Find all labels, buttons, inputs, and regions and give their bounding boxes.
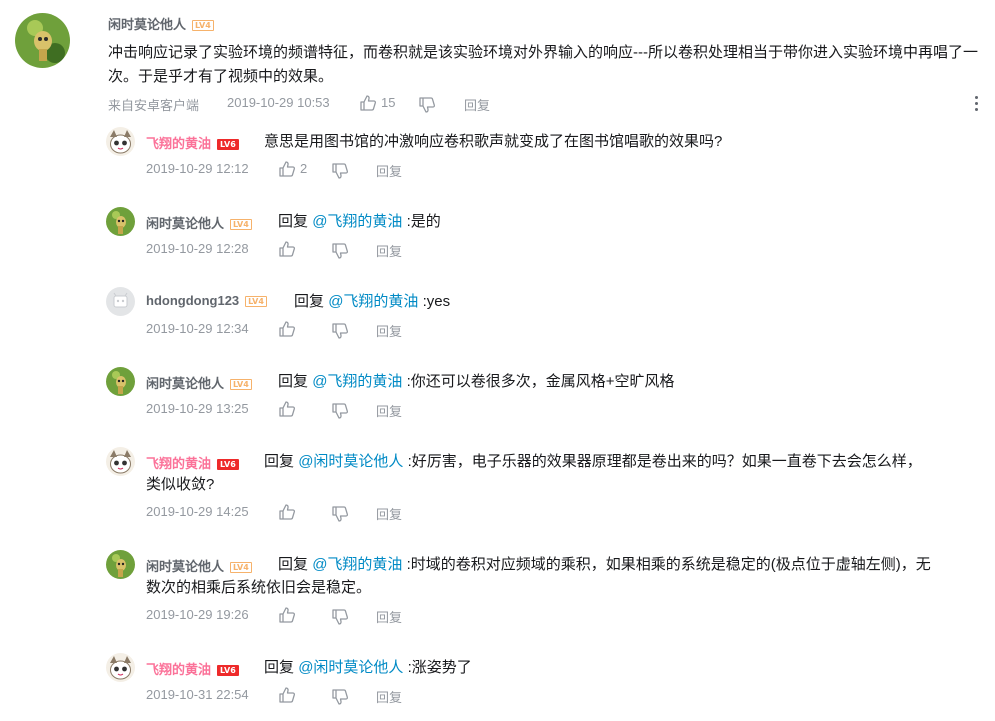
mention-link[interactable]: @闲时莫论他人 — [298, 659, 403, 676]
reply-prefix: 回复 — [264, 453, 295, 470]
reply-username-text[interactable]: 闲时莫论他人 — [146, 216, 224, 231]
level-badge: LV4 — [230, 562, 252, 573]
thumbs-down-icon[interactable] — [331, 608, 349, 626]
level-badge: LV6 — [217, 665, 239, 676]
level-badge: LV6 — [217, 459, 239, 470]
reply-username-text[interactable]: 闲时莫论他人 — [146, 559, 224, 574]
reply-username-text[interactable]: 飞翔的黄油 — [146, 456, 211, 471]
reply-avatar[interactable] — [106, 287, 135, 316]
reply-prefix: 回复 — [264, 659, 295, 676]
reply-prefix: 回复 — [278, 213, 309, 230]
thumbs-down-icon[interactable] — [331, 162, 349, 180]
reply-button[interactable]: 回复 — [376, 161, 402, 180]
reply-username[interactable]: 闲时莫论他人 LV4 — [146, 213, 252, 232]
mention-link[interactable]: @飞翔的黄油 — [312, 373, 402, 390]
reply-username-text[interactable]: 飞翔的黄油 — [146, 136, 211, 151]
thumbs-down-icon[interactable] — [331, 322, 349, 340]
reply-content: 回复 @飞翔的黄油 :你还可以卷很多次，金属风格+空旷风格 — [278, 370, 675, 394]
reply-avatar[interactable] — [106, 653, 135, 682]
reply-username[interactable]: hdongdong123 LV4 — [146, 293, 267, 308]
reply-avatar[interactable] — [106, 207, 135, 236]
main-avatar[interactable] — [15, 13, 70, 68]
mention-link[interactable]: @飞翔的黄油 — [312, 556, 402, 573]
reply-text: :涨姿势了 — [407, 659, 472, 676]
reply-time: 2019-10-29 12:28 — [146, 241, 249, 256]
reply-content: 回复 @闲时莫论他人 :涨姿势了 — [264, 656, 472, 680]
thumbs-up-icon[interactable] — [278, 320, 296, 338]
mention-link[interactable]: @闲时莫论他人 — [298, 453, 403, 470]
reply-text: :是的 — [406, 213, 441, 230]
reply-time: 2019-10-29 13:25 — [146, 401, 249, 416]
thumbs-down-icon[interactable] — [331, 505, 349, 523]
level-badge: LV4 — [245, 296, 267, 307]
reply-button[interactable]: 回复 — [376, 241, 402, 260]
reply-username-text[interactable]: hdongdong123 — [146, 293, 239, 308]
like-count: 15 — [381, 95, 396, 110]
more-vertical-icon[interactable] — [972, 96, 980, 114]
level-badge: LV6 — [217, 139, 239, 150]
mention-link[interactable]: @飞翔的黄油 — [328, 293, 418, 310]
reply-time: 2019-10-29 12:12 — [146, 161, 249, 176]
main-username[interactable]: 闲时莫论他人 LV4 — [108, 14, 214, 33]
reply-time: 2019-10-31 22:54 — [146, 687, 249, 702]
reply-avatar[interactable] — [106, 367, 135, 396]
reply-content-line2: 数次的相乘后系统依旧会是稳定。 — [146, 579, 372, 596]
reply-time: 2019-10-29 14:25 — [146, 504, 249, 519]
reply-time: 2019-10-29 12:34 — [146, 321, 249, 336]
reply-avatar[interactable] — [106, 550, 135, 579]
reply-username[interactable]: 飞翔的黄油 LV6 — [146, 659, 239, 678]
reply-text: 意思是用图书馆的冲激响应卷积歌声就变成了在图书馆唱歌的效果吗? — [264, 133, 723, 150]
reply-button[interactable]: 回复 — [464, 95, 490, 114]
reply-prefix: 回复 — [278, 373, 309, 390]
reply-avatar[interactable] — [106, 127, 135, 156]
reply-button[interactable]: 回复 — [376, 687, 402, 706]
thumbs-up-icon[interactable] — [278, 240, 296, 258]
reply-button[interactable]: 回复 — [376, 504, 402, 523]
thumbs-up-icon[interactable] — [278, 686, 296, 704]
comment-source: 来自安卓客户端 — [108, 98, 200, 113]
reply-content: 回复 @闲时莫论他人 :好厉害，电子乐器的效果器原理都是卷出来的吗？如果一直卷下… — [264, 450, 922, 474]
reply-text: :好厉害，电子乐器的效果器原理都是卷出来的吗？如果一直卷下去会怎么样， — [407, 453, 922, 470]
reply-avatar[interactable] — [106, 447, 135, 476]
reply-username-text[interactable]: 闲时莫论他人 — [146, 376, 224, 391]
thumbs-up-icon[interactable] — [359, 94, 377, 112]
reply-content: 回复 @飞翔的黄油 :时域的卷积对应频域的乘积，如果相乘的系统是稳定的(极点位于… — [278, 553, 931, 577]
reply-content: 回复 @飞翔的黄油 :是的 — [278, 210, 441, 234]
comment-time: 2019-10-29 10:53 — [227, 95, 330, 110]
thumbs-up-icon[interactable] — [278, 606, 296, 624]
thumbs-down-icon[interactable] — [331, 402, 349, 420]
reply-content: 意思是用图书馆的冲激响应卷积歌声就变成了在图书馆唱歌的效果吗? — [264, 130, 722, 154]
reply-button[interactable]: 回复 — [376, 321, 402, 340]
reply-prefix: 回复 — [278, 556, 309, 573]
thumbs-down-icon[interactable] — [331, 242, 349, 260]
level-badge: LV4 — [230, 379, 252, 390]
thumbs-up-icon[interactable] — [278, 503, 296, 521]
reply-prefix: 回复 — [294, 293, 325, 310]
reply-username[interactable]: 闲时莫论他人 LV4 — [146, 556, 252, 575]
level-badge: LV4 — [192, 20, 214, 31]
reply-username-text[interactable]: 飞翔的黄油 — [146, 662, 211, 677]
reply-content: 回复 @飞翔的黄油 :yes — [294, 290, 450, 314]
reply-button[interactable]: 回复 — [376, 607, 402, 626]
mention-link[interactable]: @飞翔的黄油 — [312, 213, 402, 230]
like-count: 2 — [300, 161, 308, 176]
reply-username[interactable]: 飞翔的黄油 LV6 — [146, 133, 239, 152]
thumbs-down-icon[interactable] — [418, 96, 436, 114]
reply-text: :你还可以卷很多次，金属风格+空旷风格 — [406, 373, 675, 390]
reply-username[interactable]: 闲时莫论他人 LV4 — [146, 373, 252, 392]
reply-username[interactable]: 飞翔的黄油 LV6 — [146, 453, 239, 472]
reply-content-line2: 类似收敛? — [146, 476, 215, 493]
thumbs-up-icon[interactable] — [278, 400, 296, 418]
reply-text: :yes — [422, 293, 451, 310]
reply-text: :时域的卷积对应频域的乘积，如果相乘的系统是稳定的(极点位于虚轴左侧)，无 — [406, 556, 931, 573]
reply-time: 2019-10-29 19:26 — [146, 607, 249, 622]
thumbs-down-icon[interactable] — [331, 688, 349, 706]
main-comment-text: 冲击响应记录了实验环境的频谱特征，而卷积就是该实验环境对外界输入的响应---所以… — [108, 44, 978, 85]
main-username-text[interactable]: 闲时莫论他人 — [108, 17, 186, 32]
level-badge: LV4 — [230, 219, 252, 230]
thumbs-up-icon[interactable] — [278, 160, 296, 178]
reply-button[interactable]: 回复 — [376, 401, 402, 420]
